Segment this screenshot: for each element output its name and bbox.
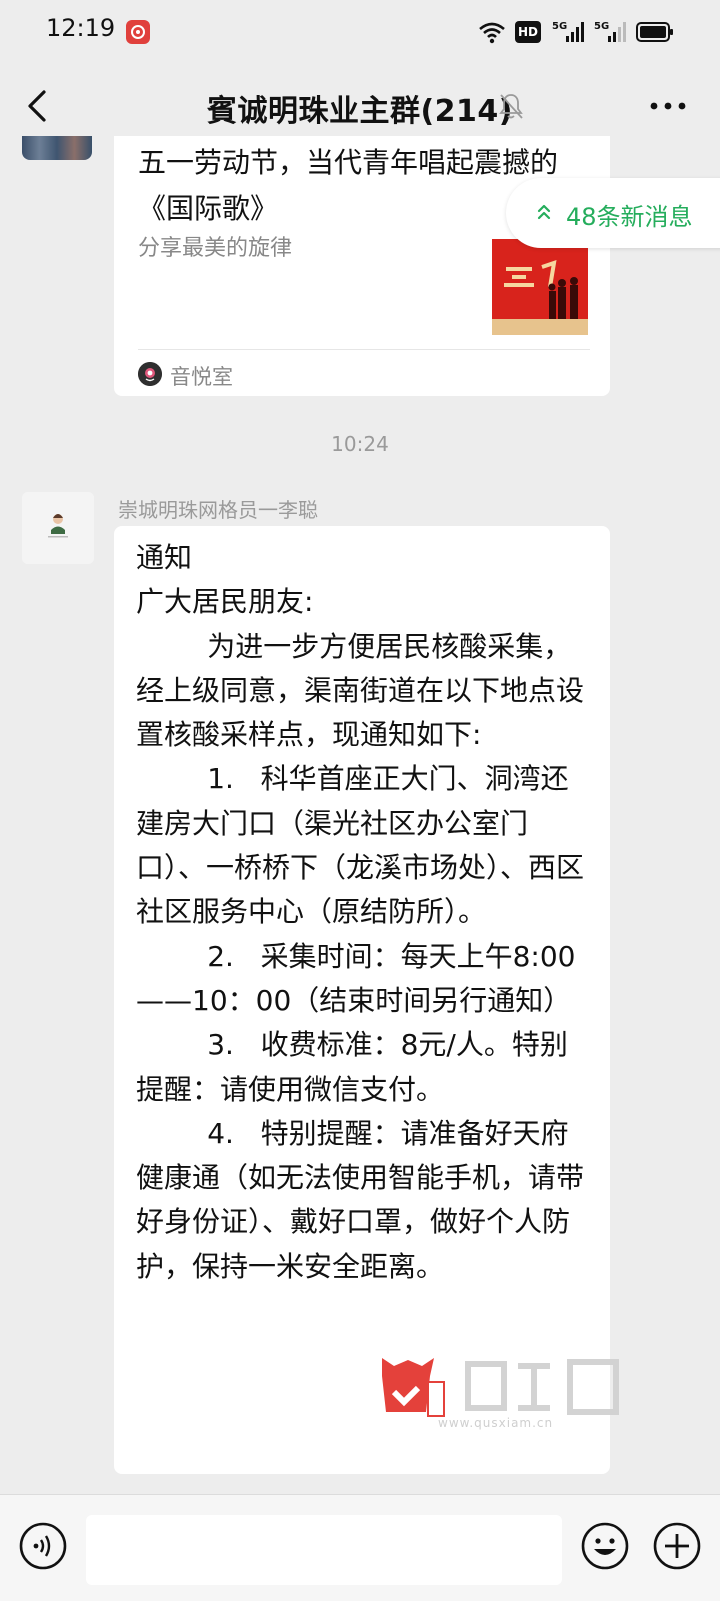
status-time: 12:19 (46, 14, 116, 42)
avatar-person-icon (22, 492, 94, 564)
watermark-logo (382, 1358, 619, 1417)
card-thumbnail-image (492, 239, 588, 335)
new-messages-label: 48条新消息 (566, 203, 693, 231)
input-bar (0, 1494, 720, 1601)
svg-text:5G: 5G (552, 21, 567, 32)
message-bubble[interactable]: 通知 广大居民朋友: 为进一步方便居民核酸采集，经上级同意，渠南街道在以下地点设… (114, 526, 610, 1474)
music-share-card[interactable]: 五一劳动节，当代青年唱起震撼的《国际歌》 分享最美的旋律 音悦室 (114, 136, 610, 396)
signal-5g-icon: 5G (594, 21, 626, 42)
card-sender-avatar[interactable] (22, 136, 92, 160)
avatar[interactable] (22, 492, 94, 564)
mute-bell-icon (499, 94, 523, 119)
new-messages-button[interactable]: 48条新消息 (506, 178, 720, 248)
back-arrow-icon[interactable] (18, 84, 58, 128)
card-subtitle: 分享最美的旋律 (138, 236, 293, 261)
battery-icon (636, 22, 673, 42)
card-divider (138, 349, 590, 350)
hd-icon: HD (515, 21, 541, 43)
plus-icon[interactable] (652, 1521, 702, 1571)
signal-5g-icon: 5G (552, 21, 584, 42)
svg-text:5G: 5G (594, 21, 609, 32)
message-text: 通知 广大居民朋友: 为进一步方便居民核酸采集，经上级同意，渠南街道在以下地点设… (136, 541, 585, 1283)
chat-title: 賓诚明珠业主群(214) (206, 94, 514, 129)
status-bar: 12:19 HD 5G 5G (0, 0, 720, 64)
double-chevron-up-icon (537, 204, 551, 220)
source-app-icon (138, 362, 162, 386)
voice-icon[interactable] (18, 1521, 68, 1571)
more-dots-icon[interactable] (648, 94, 688, 118)
sender-name: 崇城明珠网格员一李聪 (118, 498, 318, 522)
app-notification-icon (126, 20, 150, 44)
wifi-icon (479, 22, 505, 44)
message-input[interactable] (86, 1515, 562, 1585)
message-timestamp: 10:24 (331, 432, 389, 456)
card-source-name: 音悦室 (170, 365, 233, 389)
card-title: 五一劳动节，当代青年唱起震撼的《国际歌》 (138, 146, 559, 225)
emoji-icon[interactable] (580, 1521, 630, 1571)
watermark-text: www.qusxiam.cn (438, 1416, 554, 1430)
